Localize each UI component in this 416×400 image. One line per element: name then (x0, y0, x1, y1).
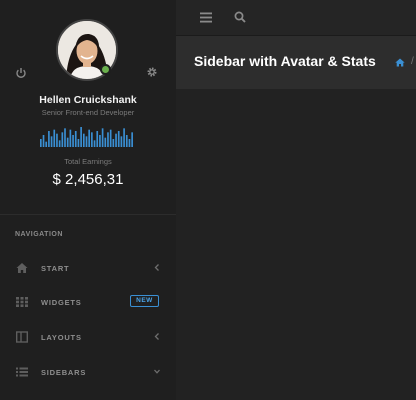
list-icon (16, 367, 28, 377)
sparkline-bar (77, 139, 80, 147)
avatar[interactable] (56, 19, 118, 81)
sparkline-bar (61, 132, 64, 147)
sparkline-bar (88, 129, 91, 147)
search-icon[interactable] (234, 11, 246, 23)
sparkline-bar (131, 132, 133, 147)
sparkline-bar (56, 133, 58, 147)
sparkline-bar (107, 132, 109, 147)
breadcrumb-home-icon[interactable] (395, 58, 405, 67)
sparkline-bar (64, 128, 66, 147)
sparkline-bar (117, 131, 120, 147)
earnings-label: Total Earnings (64, 157, 112, 166)
sparkline-bar (66, 137, 69, 147)
sparkline-bar (53, 129, 56, 147)
new-badge: NEW (130, 295, 159, 307)
chevron-left-icon (154, 333, 159, 340)
sparkline-bar (72, 135, 74, 147)
user-name: Hellen Cruickshank (39, 94, 137, 106)
menu-icon[interactable] (200, 12, 212, 23)
chevron-left-icon (154, 264, 159, 271)
sidebar-item-layouts[interactable]: LAYOUTS (0, 320, 176, 354)
home-icon (16, 263, 28, 273)
sidebar-item-widgets[interactable]: WIDGETS NEW (0, 285, 176, 319)
power-icon[interactable] (15, 67, 27, 79)
sparkline-bar (109, 129, 112, 147)
sidebar-item-label: START (41, 264, 70, 273)
sparkline-bar (101, 128, 104, 147)
sidebar-profile: Hellen Cruickshank Senior Front-end Deve… (0, 0, 176, 215)
sparkline-bar (120, 136, 123, 147)
sparkline-bar (80, 127, 82, 147)
earnings-sparkline (40, 127, 133, 147)
sparkline-bar (69, 129, 72, 147)
sidebar: Hellen Cruickshank Senior Front-end Deve… (0, 0, 176, 400)
online-status-dot (100, 64, 111, 75)
sparkline-bar (85, 136, 88, 147)
sparkline-bar (93, 140, 96, 147)
sparkline-bar (104, 137, 107, 147)
sparkline-bar (48, 131, 50, 147)
sparkline-bar (40, 139, 42, 147)
sparkline-bar (50, 136, 53, 147)
sparkline-bar (82, 133, 85, 147)
navigation-heading: NAVIGATION (15, 231, 63, 238)
sparkline-bar (99, 135, 101, 147)
grid-icon (16, 297, 28, 307)
sidebar-item-start[interactable]: START (0, 251, 176, 285)
sparkline-bar (115, 133, 117, 147)
sparkline-bar (45, 141, 48, 147)
sidebar-item-label: SIDEBARS (41, 368, 87, 377)
page-title: Sidebar with Avatar & Stats (194, 53, 376, 69)
breadcrumb-separator: / (411, 56, 414, 67)
sparkline-bar (96, 131, 99, 147)
user-role: Senior Front-end Developer (41, 108, 135, 117)
columns-icon (16, 331, 28, 343)
sidebar-item-label: LAYOUTS (41, 333, 82, 342)
sparkline-bar (58, 140, 61, 147)
chevron-down-icon (154, 369, 160, 374)
gear-icon[interactable] (146, 66, 158, 78)
sparkline-bar (42, 135, 45, 147)
sparkline-bar (123, 128, 125, 147)
sparkline-bar (91, 132, 93, 147)
page-header: Sidebar with Avatar & Stats / (176, 36, 416, 89)
sparkline-bar (128, 139, 131, 147)
sparkline-bar (112, 139, 115, 147)
sidebar-item-sidebars[interactable]: SIDEBARS (0, 355, 176, 389)
top-navbar (176, 0, 416, 36)
sparkline-bar (125, 135, 128, 147)
sparkline-bar (74, 131, 77, 147)
sidebar-item-label: WIDGETS (41, 298, 82, 307)
earnings-value: $ 2,456,31 (52, 171, 124, 188)
